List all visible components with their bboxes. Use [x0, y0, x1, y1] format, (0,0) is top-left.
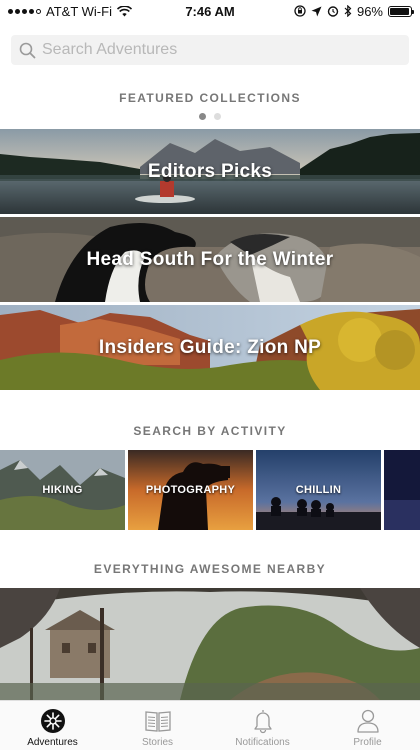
activity-label: CHILLIN: [295, 484, 342, 496]
bluetooth-icon: [344, 5, 352, 17]
nearby-heading: EVERYTHING AWESOME NEARBY: [93, 562, 327, 576]
battery-icon: [388, 5, 414, 17]
person-icon: [356, 709, 379, 733]
tab-label: Stories: [141, 737, 174, 748]
carrier-label: AT&T Wi-Fi: [46, 3, 112, 19]
tab-adventures[interactable]: Adventures: [0, 701, 105, 750]
search-by-activity-heading: SEARCH BY ACTIVITY: [133, 424, 287, 438]
alarm-icon: [327, 6, 339, 17]
search-bar[interactable]: [11, 35, 409, 65]
activity-card-chillin[interactable]: CHILLIN: [256, 450, 381, 530]
tab-bar: Adventures Stories Notifications Profile: [0, 700, 420, 750]
nearby-card[interactable]: [0, 588, 420, 700]
activity-card-photography[interactable]: PHOTOGRAPHY: [128, 450, 253, 530]
collection-card-head-south[interactable]: Head South For the Winter: [0, 217, 420, 302]
location-icon: [311, 6, 322, 16]
collection-card-zion[interactable]: Insiders Guide: Zion NP: [0, 305, 420, 390]
activity-label: HIKING: [42, 484, 83, 496]
tab-label: Profile: [353, 737, 382, 748]
page-indicator[interactable]: [0, 113, 420, 120]
status-bar: AT&T Wi-Fi 7:46 AM 96%: [0, 0, 420, 22]
activity-label: PHOTOGRAPHY: [145, 484, 236, 496]
featured-collections-heading: FEATURED COLLECTIONS: [119, 91, 301, 105]
search-icon: [19, 42, 36, 58]
battery-percent: 96%: [356, 3, 383, 19]
page-dot-1[interactable]: [199, 113, 206, 120]
night-sky-image: [384, 450, 420, 530]
activity-card-partial[interactable]: [384, 450, 420, 530]
collection-title: Head South For the Winter: [86, 248, 334, 270]
collection-title: Insiders Guide: Zion NP: [98, 336, 322, 358]
bell-icon: [253, 710, 272, 734]
wifi-icon: [116, 5, 132, 16]
status-left: AT&T Wi-Fi: [8, 4, 132, 19]
bridge-forest-image: [0, 588, 420, 700]
compass-icon: [40, 709, 65, 733]
clock: 7:46 AM: [185, 3, 235, 19]
signal-strength-icon: [8, 8, 41, 14]
tab-notifications[interactable]: Notifications: [210, 701, 315, 750]
tab-label: Adventures: [27, 737, 78, 748]
collection-title: Editors Picks: [147, 160, 273, 182]
book-icon: [144, 711, 171, 732]
status-right: 96%: [294, 3, 414, 19]
tab-stories[interactable]: Stories: [105, 701, 210, 750]
rotation-lock-icon: [294, 5, 306, 17]
collection-card-editors-picks[interactable]: Editors Picks: [0, 129, 420, 214]
activity-carousel[interactable]: HIKING PHOTOGRAPHY CHILLIN: [0, 450, 420, 530]
tab-label: Notifications: [235, 737, 290, 748]
page-dot-2[interactable]: [214, 113, 221, 120]
search-input[interactable]: [42, 41, 382, 59]
activity-card-hiking[interactable]: HIKING: [0, 450, 125, 530]
tab-profile[interactable]: Profile: [315, 701, 420, 750]
